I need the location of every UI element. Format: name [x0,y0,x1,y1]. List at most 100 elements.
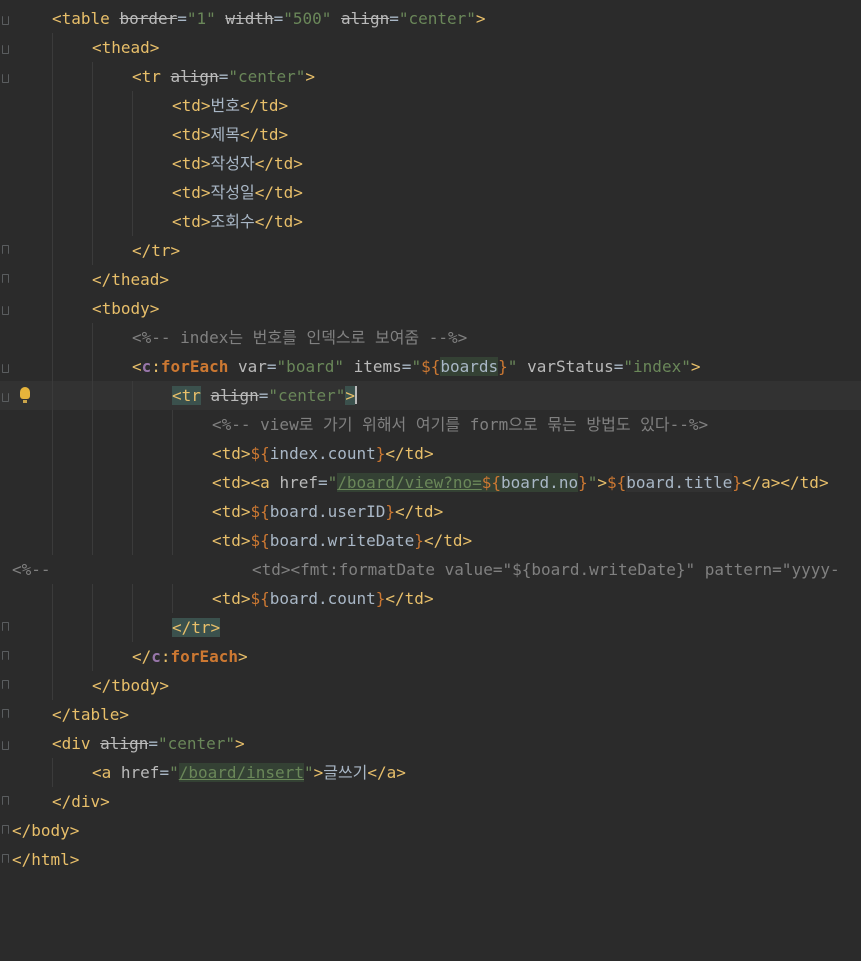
text: 번호 [210,96,240,115]
tag: </div> [52,792,110,811]
fold-marker-icon[interactable] [2,274,9,283]
el-expression: board.writeDate [269,531,415,550]
code-line[interactable]: <td><a href="/board/view?no=${board.no}"… [0,468,861,497]
equals: = [148,734,158,753]
el-expression: board.no [501,473,579,492]
tag: <td> [172,96,211,115]
el-expression: board.title [626,473,733,492]
equals: = [177,9,187,28]
equals: = [218,67,229,86]
tag: </a> [367,763,406,782]
attribute: var [238,357,267,376]
tag: <td> [212,531,251,550]
fold-marker-icon[interactable] [2,854,9,863]
code-line[interactable]: <c:forEach var="board" items="${boards}"… [0,352,861,381]
el-brace: ${ [250,444,270,463]
code-line[interactable]: <td>작성일</td> [0,178,861,207]
code-line[interactable]: </c:forEach> [0,642,861,671]
tag: <td> [172,125,211,144]
tag: <thead> [92,38,160,57]
code-line[interactable]: <td>${board.writeDate}</td> [0,526,861,555]
attribute-value: " [303,763,314,782]
equals: = [389,9,399,28]
code-line[interactable]: <tbody> [0,294,861,323]
fold-marker-icon[interactable] [2,245,9,254]
tag: <tbody> [92,299,160,318]
tag: <td> [172,154,211,173]
el-brace: ${ [250,531,270,550]
tag: </thead> [92,270,170,289]
code-line[interactable]: <table border="1" width="500" align="cen… [0,4,861,33]
el-expression: board.count [269,589,376,608]
tag-name: forEach [170,647,238,666]
url-link[interactable]: /board/view?no= [337,473,482,492]
equals: = [159,763,170,782]
tag: <a [250,473,280,492]
jsp-comment: <td><fmt:formatDate value="${board.write… [252,560,840,579]
intention-bulb-icon[interactable] [20,387,30,403]
tag: </tr> [132,241,181,260]
tag: </td> [239,96,289,115]
fold-marker-icon[interactable] [2,796,9,805]
attribute-value: " [587,473,598,492]
fold-marker-icon[interactable] [2,16,9,25]
code-line[interactable]: <td>작성자</td> [0,149,861,178]
code-line[interactable]: </tr> [0,613,861,642]
code-line[interactable]: </body> [0,816,861,845]
fold-marker-icon[interactable] [2,622,9,631]
code-line[interactable]: <td>${board.count}</td> [0,584,861,613]
code-line[interactable]: <div align="center"> [0,729,861,758]
code-line[interactable]: <td>조회수</td> [0,207,861,236]
text: 작성일 [210,183,255,202]
fold-marker-icon[interactable] [2,364,9,373]
tag: <td> [212,473,251,492]
fold-marker-icon[interactable] [2,74,9,83]
fold-marker-icon[interactable] [2,45,9,54]
code-line[interactable]: </table> [0,700,861,729]
attribute-value: "index" [623,357,691,376]
code-line[interactable]: <td>번호</td> [0,91,861,120]
equals: = [266,357,277,376]
fold-marker-icon[interactable] [2,393,9,402]
code-line[interactable]: <%-- index는 번호를 인덱스로 보여줌 --%> [0,323,861,352]
fold-marker-icon[interactable] [2,306,9,315]
attribute-value: "center" [398,9,476,28]
code-line[interactable]: </tr> [0,236,861,265]
code-line[interactable]: </html> [0,845,861,874]
code-line[interactable]: <td>제목</td> [0,120,861,149]
el-brace: ${ [250,589,270,608]
code-line[interactable]: <td>${board.userID}</td> [0,497,861,526]
attribute-value: " [411,357,422,376]
code-line[interactable]: </div> [0,787,861,816]
tag: > [235,734,245,753]
tag: </a></td> [741,473,829,492]
equals: = [401,357,412,376]
text: 글쓰기 [323,763,368,782]
code-editor[interactable]: <table border="1" width="500" align="cen… [0,0,861,880]
fold-marker-icon[interactable] [2,741,9,750]
fold-marker-icon[interactable] [2,651,9,660]
attribute-value: "board" [276,357,344,376]
text: 작성자 [210,154,255,173]
attribute: align [100,734,149,753]
equals: = [613,357,624,376]
code-line[interactable]: <td>${index.count}</td> [0,439,861,468]
fold-marker-icon[interactable] [2,825,9,834]
code-line[interactable]: </thead> [0,265,861,294]
el-brace: ${ [607,473,627,492]
code-line[interactable]: <%-- view로 가기 위해서 여기를 form으로 묶는 방법도 있다--… [0,410,861,439]
attribute: align [341,9,390,28]
current-code-line[interactable]: <tr align="center"> [0,381,861,410]
url-link[interactable]: /board/insert [178,763,304,782]
code-line[interactable]: <tr align="center"> [0,62,861,91]
code-line[interactable]: </tbody> [0,671,861,700]
code-line[interactable]: <%-- <td><fmt:formatDate value="${board.… [0,555,861,584]
code-line[interactable]: <a href="/board/insert">글쓰기</a> [0,758,861,787]
el-brace: } [414,531,424,550]
code-line[interactable]: <thead> [0,33,861,62]
fold-marker-icon[interactable] [2,709,9,718]
tag-name: forEach [160,357,229,376]
tag-match-highlight: > [345,386,356,405]
fold-marker-icon[interactable] [2,680,9,689]
